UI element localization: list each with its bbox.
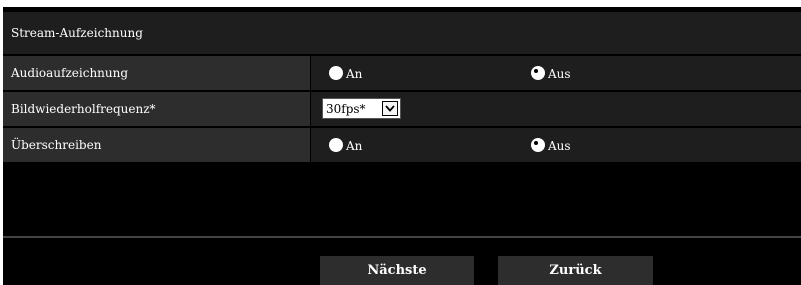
overwrite-row: Überschreiben An Aus (3, 128, 801, 162)
audio-recording-label: Audioaufzeichnung (11, 66, 129, 80)
overwrite-on-label[interactable]: An (346, 139, 362, 153)
frame-rate-selected-value: 30fps* (326, 102, 366, 116)
audio-recording-on-label[interactable]: An (346, 67, 362, 81)
divider (3, 236, 801, 238)
next-button[interactable]: Nächste (320, 256, 474, 285)
audio-recording-row: Audioaufzeichnung An Aus (3, 56, 801, 90)
overwrite-label: Überschreiben (11, 138, 102, 152)
audio-recording-label-cell: Audioaufzeichnung (3, 56, 310, 90)
audio-recording-off-label[interactable]: Aus (548, 67, 571, 81)
overwrite-off-radio[interactable] (531, 138, 545, 152)
overwrite-off-label[interactable]: Aus (548, 139, 571, 153)
overwrite-on-radio[interactable] (329, 138, 343, 152)
audio-recording-off-radio[interactable] (531, 66, 545, 80)
frame-rate-row: Bildwiederholfrequenz* 30fps* (3, 92, 801, 126)
frame-rate-select[interactable]: 30fps* (322, 98, 401, 119)
audio-recording-on-radio[interactable] (329, 66, 343, 80)
section-title: Stream-Aufzeichnung (11, 26, 143, 40)
back-button[interactable]: Zurück (498, 256, 653, 285)
chevron-down-icon[interactable] (382, 101, 398, 116)
overwrite-label-cell: Überschreiben (3, 128, 310, 162)
section-header: Stream-Aufzeichnung (3, 12, 801, 54)
frame-rate-label: Bildwiederholfrequenz* (11, 102, 156, 116)
frame-rate-label-cell: Bildwiederholfrequenz* (3, 92, 310, 126)
